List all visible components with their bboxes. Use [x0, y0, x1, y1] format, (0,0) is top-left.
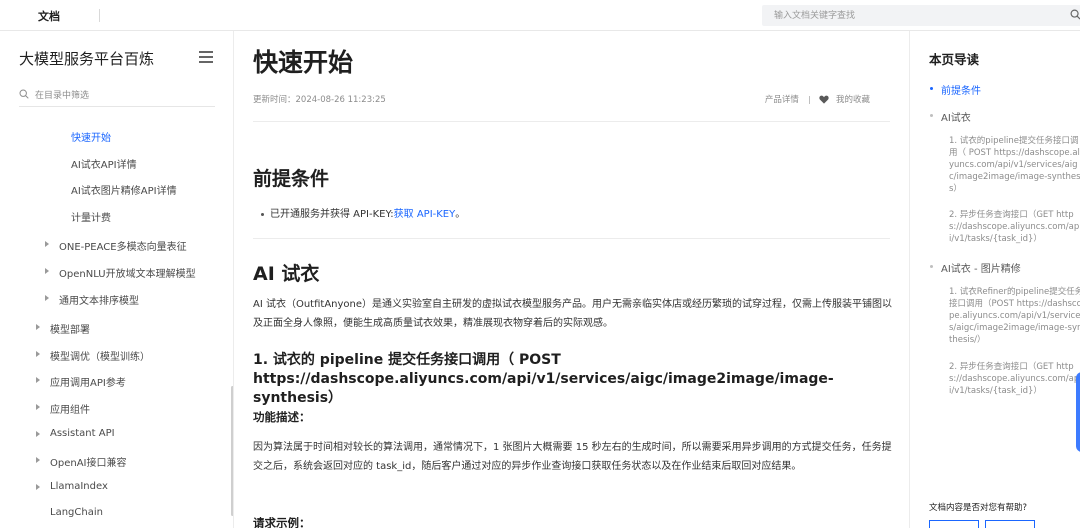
- sidebar-item-rerank[interactable]: 通用文本排序模型: [59, 292, 139, 307]
- function-heading: 功能描述：: [253, 410, 311, 424]
- sidebar-item-llamaindex[interactable]: LlamaIndex: [50, 481, 108, 492]
- heart-icon[interactable]: [819, 95, 829, 104]
- toc-dot: [930, 87, 933, 90]
- sidebar-item-opennlu[interactable]: OpenNLU开放域文本理解模型: [59, 265, 196, 280]
- sidebar-item-langchain[interactable]: LangChain: [50, 507, 103, 518]
- toc-item-refiner-submit[interactable]: 1. 试衣Refiner的pipeline提交任务接口调用（POST https…: [949, 286, 1080, 346]
- meta-divider: [808, 95, 810, 104]
- main-content: 快速开始 更新时间：2024-08-26 11:23:25 产品详情 我的收藏 …: [235, 31, 908, 528]
- chevron-right-icon[interactable]: [36, 404, 40, 410]
- page-meta: 产品详情 我的收藏: [765, 93, 870, 105]
- sidebar-item-openai-compat[interactable]: OpenAI接口兼容: [50, 454, 127, 469]
- toc-item-ai-tryon[interactable]: AI试衣: [941, 109, 971, 124]
- floating-assistant-button[interactable]: [1076, 372, 1080, 452]
- chevron-right-icon[interactable]: [45, 268, 49, 274]
- sidebar-item-refiner-api[interactable]: AI试衣图片精修API详情: [71, 182, 177, 197]
- chevron-right-icon[interactable]: [36, 484, 40, 490]
- sidebar-item-billing[interactable]: 计量计费: [71, 209, 111, 224]
- top-bar: 文档: [0, 0, 1080, 31]
- tryon-intro: AI 试衣（OutfitAnyone）是通义实验室自主研发的虚拟试衣模型服务产品…: [253, 299, 893, 329]
- prerequisite-item: 已开通服务并获得 API-KEY:获取 API-KEY。: [261, 205, 465, 220]
- sidebar-title: 大模型服务平台百炼: [19, 50, 155, 68]
- chevron-right-icon[interactable]: [45, 295, 49, 301]
- bullet-dot: [261, 212, 264, 216]
- prerequisite-end: 。: [455, 209, 466, 220]
- filter-placeholder: 在目录中筛选: [35, 91, 90, 101]
- sidebar-item-tryon-api[interactable]: AI试衣API详情: [71, 156, 137, 171]
- subsection-heading-submit: 1. 试衣的 pipeline 提交任务接口调用（ POST https://d…: [253, 352, 834, 406]
- product-detail-link[interactable]: 产品详情: [765, 95, 799, 105]
- chevron-right-icon[interactable]: [36, 457, 40, 463]
- toc-dot: [930, 265, 933, 268]
- updated-time: 更新时间：2024-08-26 11:23:25: [253, 95, 386, 105]
- get-api-key-link[interactable]: 获取 API-KEY: [394, 209, 456, 220]
- prerequisite-text: 已开通服务并获得 API-KEY:: [270, 209, 394, 220]
- toc-title: 本页导读: [929, 52, 980, 67]
- sidebar-item-assistant-api[interactable]: Assistant API: [50, 428, 115, 439]
- sidebar-scrollbar[interactable]: [231, 386, 233, 516]
- toc-item-prerequisites[interactable]: 前提条件: [941, 82, 981, 97]
- chevron-right-icon[interactable]: [36, 377, 40, 383]
- section-heading-ai-tryon: AI 试衣: [253, 263, 320, 285]
- menu-icon[interactable]: [199, 51, 213, 63]
- section-heading-prerequisites: 前提条件: [253, 168, 330, 190]
- sidebar-item-finetune[interactable]: 模型调优（模型训练）: [50, 348, 150, 363]
- chevron-right-icon[interactable]: [36, 431, 40, 437]
- toc-item-refiner[interactable]: AI试衣 - 图片精修: [941, 260, 1021, 275]
- divider: [253, 238, 890, 239]
- sidebar: 大模型服务平台百炼 在目录中筛选 快速开始 AI试衣API详情 AI试衣图片精修…: [0, 31, 234, 528]
- feedback-question: 文档内容是否对您有帮助?: [929, 503, 1028, 513]
- chevron-right-icon[interactable]: [45, 241, 49, 247]
- chevron-right-icon[interactable]: [36, 324, 40, 330]
- sidebar-item-deploy[interactable]: 模型部署: [50, 321, 90, 336]
- function-description: 因为算法属于时间相对较长的算法调用，通常情况下，1 张图片大概需要 15 秒左右…: [253, 442, 892, 472]
- favorites-link[interactable]: 我的收藏: [836, 95, 870, 105]
- sidebar-item-quickstart[interactable]: 快速开始: [71, 129, 111, 144]
- page-toc: 本页导读 前提条件 AI试衣 1. 试衣的pipeline提交任务接口调用（ P…: [909, 31, 1080, 528]
- feedback-yes-button[interactable]: [929, 520, 979, 528]
- feedback-no-button[interactable]: [985, 520, 1035, 528]
- sidebar-filter[interactable]: 在目录中筛选: [19, 83, 215, 107]
- page-title: 快速开始: [253, 48, 354, 77]
- doc-search-input[interactable]: [762, 5, 1080, 26]
- chevron-right-icon[interactable]: [36, 351, 40, 357]
- filter-search-icon: [19, 89, 29, 99]
- docs-brand-link[interactable]: 文档: [38, 8, 60, 24]
- sidebar-item-one-peace[interactable]: ONE-PEACE多模态向量表征: [59, 238, 187, 253]
- toc-item-query-task[interactable]: 2. 异步任务查询接口（GET https://dashscope.aliyun…: [949, 209, 1080, 245]
- sidebar-item-app-api[interactable]: 应用调用API参考: [50, 374, 126, 389]
- toc-dot: [930, 114, 933, 117]
- divider: [253, 121, 890, 122]
- search-icon[interactable]: [1070, 9, 1080, 20]
- sidebar-item-components[interactable]: 应用组件: [50, 401, 90, 416]
- request-example-heading: 请求示例：: [253, 516, 311, 528]
- toc-item-refiner-query[interactable]: 2. 异步任务查询接口（GET https://dashscope.aliyun…: [949, 361, 1080, 397]
- topbar-divider: [99, 9, 100, 22]
- toc-item-submit-task[interactable]: 1. 试衣的pipeline提交任务接口调用（ POST https://das…: [949, 135, 1080, 195]
